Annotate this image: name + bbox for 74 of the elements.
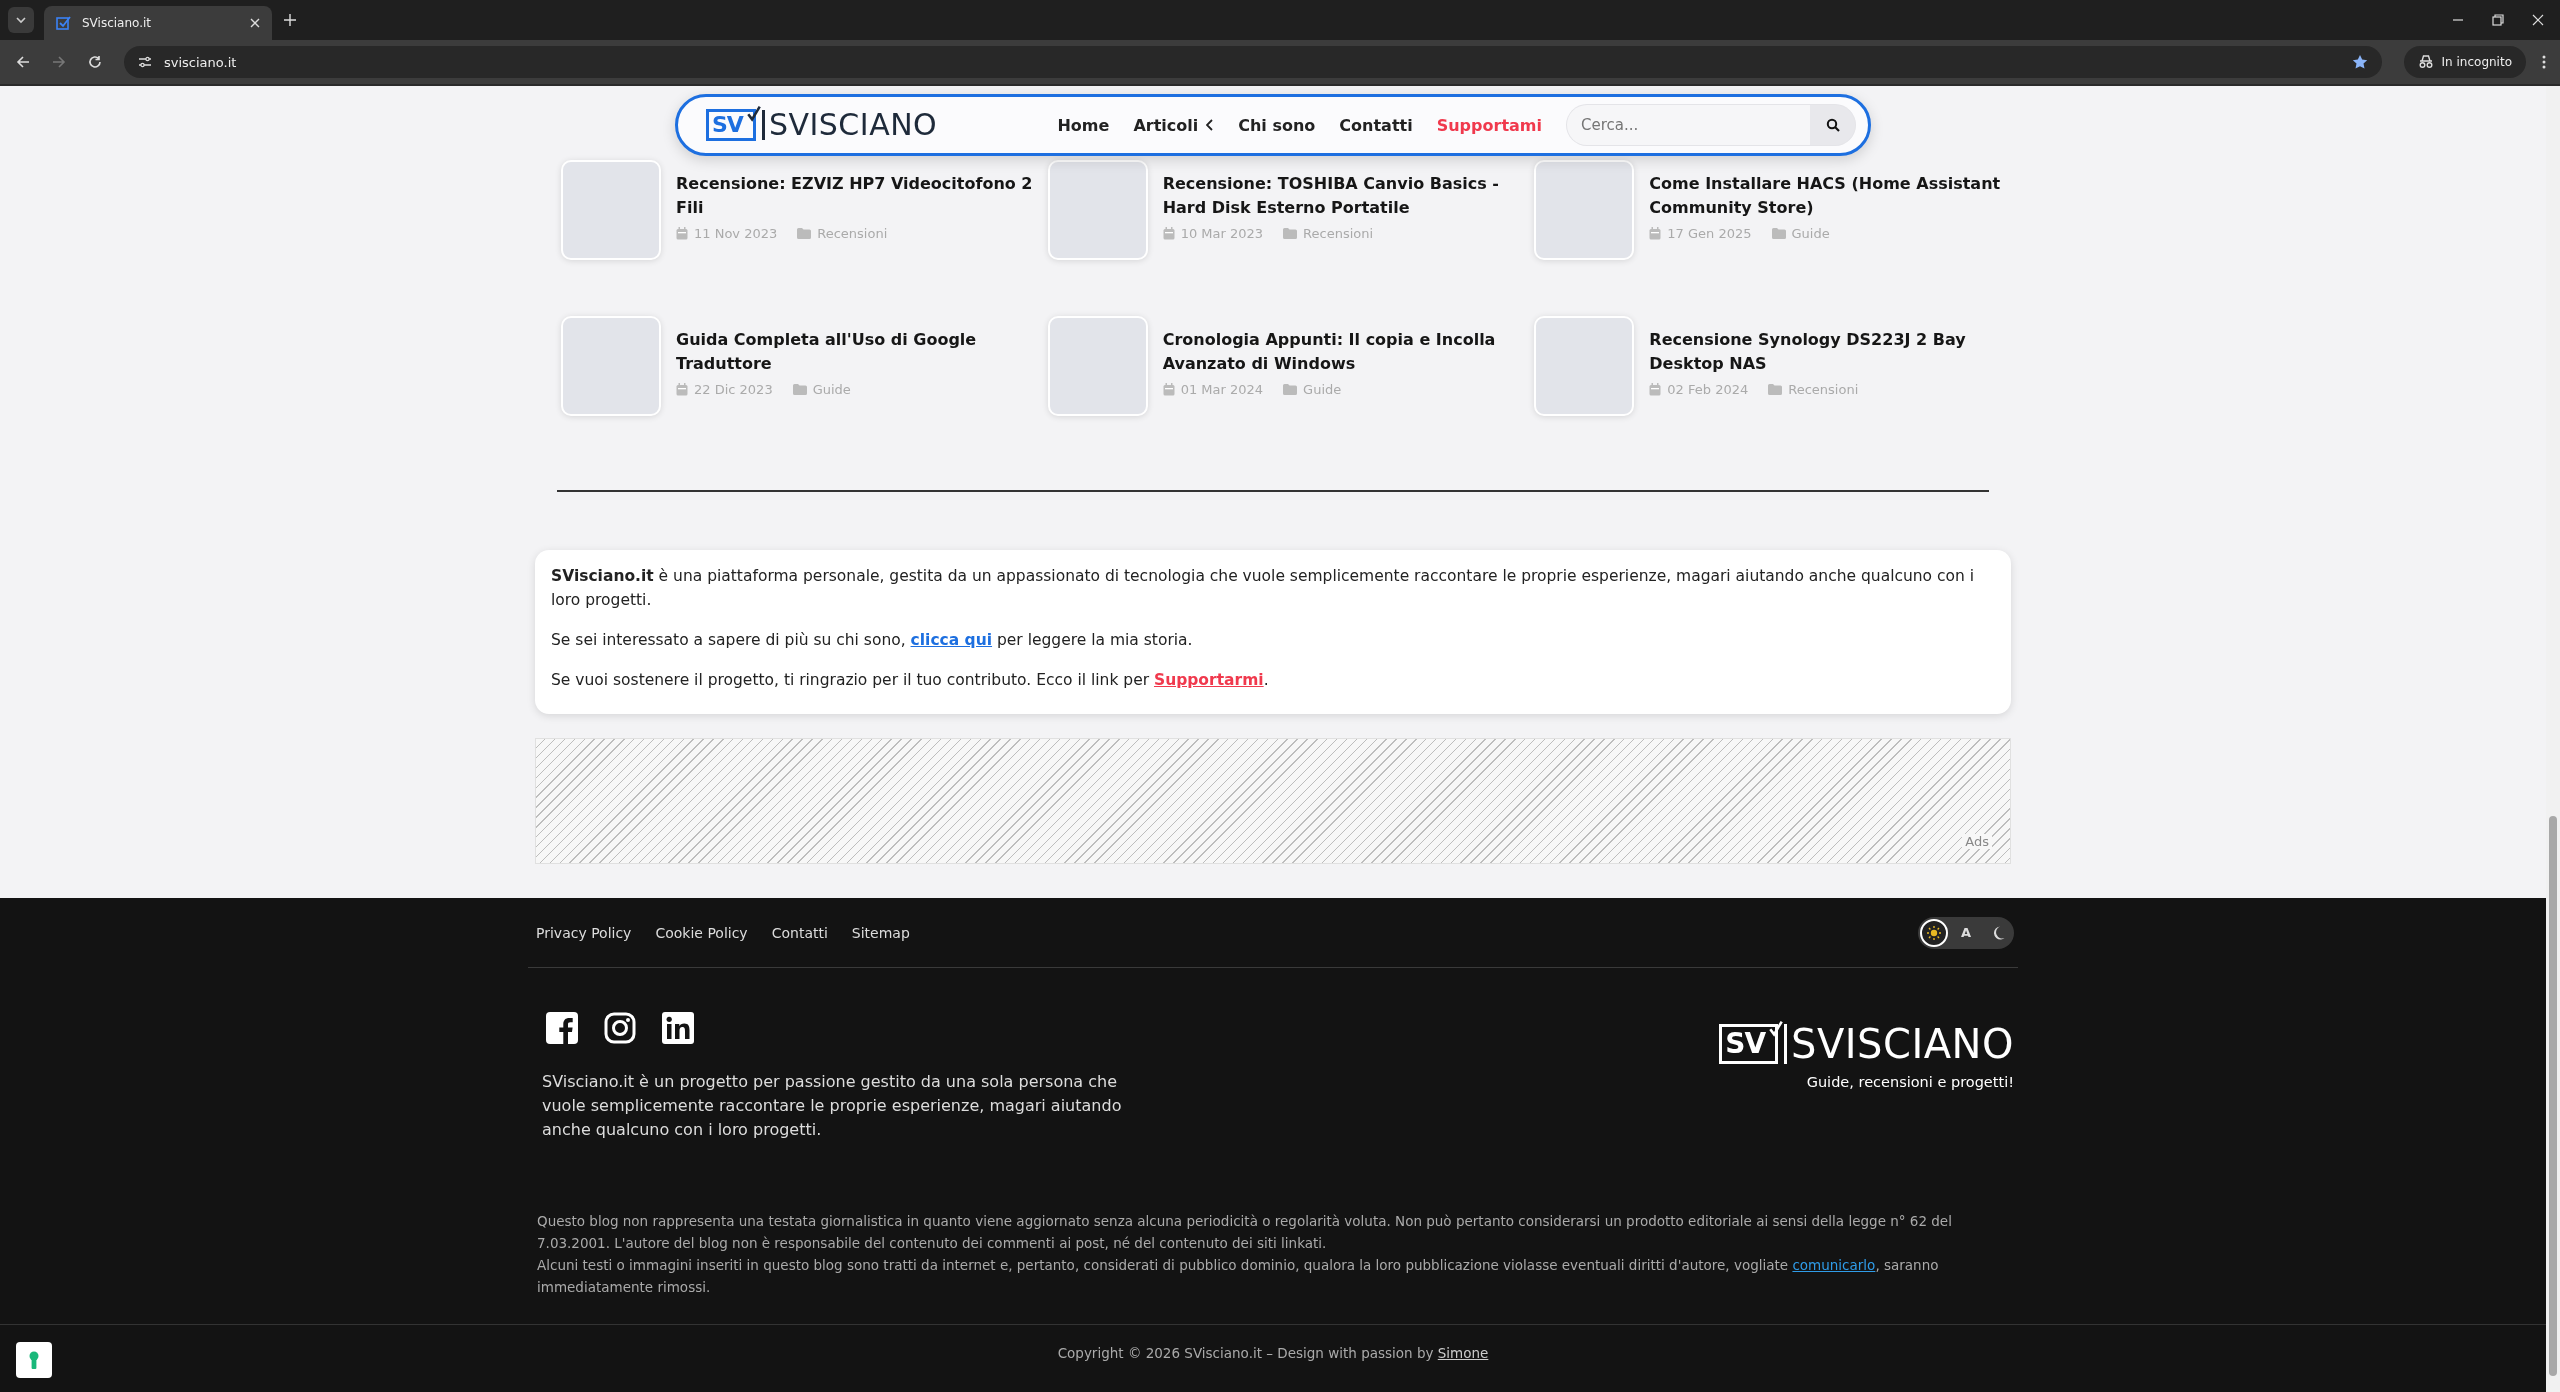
- calendar-icon: [1162, 383, 1175, 396]
- back-icon[interactable]: [16, 55, 30, 69]
- text-link[interactable]: comunicarlo: [1792, 1257, 1876, 1273]
- menu-icon[interactable]: [2542, 55, 2546, 69]
- address-bar[interactable]: svisciano.it: [124, 46, 2382, 78]
- nav-link[interactable]: Chi sono: [1238, 115, 1316, 135]
- sun-icon[interactable]: [1920, 918, 1948, 947]
- article-date: 01 Mar 2024: [1180, 382, 1264, 397]
- calendar-icon: [676, 227, 688, 240]
- folder-icon: [797, 228, 812, 239]
- calendar-icon: [1649, 383, 1662, 396]
- footer-link[interactable]: Privacy Policy: [536, 924, 632, 941]
- article-title-link[interactable]: Recensione: TOSHIBA Canvio Basics - Hard Disk Esterno Portatile: [1162, 172, 1523, 220]
- ad-label: Ads: [1962, 834, 1992, 849]
- url-text: svisciano.it: [164, 54, 237, 70]
- caret-icon: [15, 14, 27, 26]
- article-title-link[interactable]: Cronologia Appunti: Il copia e Incolla Avanzato di Windows: [1162, 328, 1523, 376]
- article-date: 11 Nov 2023: [694, 226, 778, 241]
- paragraph: SVisciano.it è una piattaforma personale, gestita da un appassionato di tecnologia che vuole semplicemente raccontare le proprie esperienze, magari aiutando anche qualcuno con i loro progetti.: [551, 566, 1976, 611]
- site-logo[interactable]: SV SVISCIANO: [706, 109, 938, 141]
- auto-theme-button[interactable]: A: [1952, 918, 1980, 947]
- site-favicon-icon: [56, 16, 72, 30]
- reload-icon[interactable]: [88, 55, 102, 69]
- close-tab-icon[interactable]: [250, 18, 260, 28]
- paragraph: Se sei interessato a sapere di più su chi sono, clicca qui per leggere la mia storia.: [551, 630, 1194, 651]
- instagram-icon[interactable]: [604, 1012, 636, 1044]
- nav-link[interactable]: Home: [1057, 115, 1110, 135]
- footer-description: SVisciano.it è un progetto per passione gestito da una sola persona che vuole semplicemente raccontare le proprie esperienze, magari aiutando anche qualcuno con i loro progetti.: [542, 1071, 1123, 1141]
- facebook-icon[interactable]: [546, 1012, 578, 1044]
- article-date: 10 Mar 2023: [1180, 226, 1264, 241]
- article-title-link[interactable]: Guida Completa all'Uso di Google Traduttore: [676, 328, 1036, 376]
- footer-link[interactable]: Sitemap: [851, 924, 910, 941]
- copyright-text: Copyright © 2026 SVisciano.it – Design with passion by Simone: [1057, 1345, 1489, 1361]
- nav-link[interactable]: Supportami: [1436, 115, 1542, 135]
- tab-list-button[interactable]: [8, 7, 34, 33]
- article-date: 17 Gen 2025: [1667, 226, 1752, 241]
- disclaimer-text: Questo blog non rappresenta una testata giornalistica in quanto viene aggiornato senza alcuna periodicità o regolarità voluta. Non può pertanto considerarsi un prodotto editoriale ai sensi della legge n° 62 del 7.03.2001. L'autore del blog non è responsabile del contenuto dei commenti ai post, né del contenuto dei siti linkati.: [537, 1212, 1953, 1253]
- linkedin-icon[interactable]: [662, 1012, 694, 1044]
- article-date: 02 Feb 2024: [1667, 382, 1749, 397]
- article-date: 22 Dic 2023: [694, 382, 773, 397]
- folder-icon: [1768, 384, 1783, 395]
- tab-title: SVisciano.it: [82, 16, 153, 30]
- incognito-indicator[interactable]: In incognito: [2403, 46, 2526, 78]
- footer-link[interactable]: Cookie Policy: [655, 924, 748, 941]
- folder-icon: [1771, 228, 1786, 239]
- privacy-badge[interactable]: [16, 1342, 52, 1378]
- article-title-link[interactable]: Recensione Synology DS223J 2 Bay Desktop NAS: [1649, 328, 2010, 376]
- nav-link[interactable]: Articoli: [1133, 115, 1215, 135]
- text-link[interactable]: clicca qui: [910, 631, 993, 649]
- text-link[interactable]: Supportarmi: [1154, 671, 1264, 689]
- article-title-link[interactable]: Recensione: EZVIZ HP7 Videocitofono 2 Fili: [676, 172, 1036, 220]
- scrollbar[interactable]: [2546, 86, 2560, 1392]
- footer-link[interactable]: Contatti: [771, 924, 828, 941]
- nav-link[interactable]: Contatti: [1339, 115, 1413, 135]
- calendar-icon: [1649, 227, 1662, 240]
- forward-icon[interactable]: [52, 55, 66, 69]
- calendar-icon: [676, 383, 688, 396]
- paragraph: Se vuoi sostenere il progetto, ti ringrazio per il tuo contributo. Ecco il link per Supportarmi.: [551, 670, 1270, 691]
- folder-icon: [1283, 384, 1298, 395]
- site-logo[interactable]: SV SVISCIANO: [1719, 1024, 2014, 1064]
- folder-icon: [1283, 228, 1298, 239]
- restore-icon[interactable]: [2492, 14, 2504, 26]
- new-tab-icon[interactable]: [284, 14, 296, 26]
- tagline: Guide, recensioni e progetti!: [1806, 1074, 2014, 1090]
- disclaimer-text: Alcuni testi o immagini inseriti in questo blog sono tratti da internet e, pertanto, considerati di pubblico dominio, qualora la loro pubblicazione violasse eventuali diritti d'autore, vogliate comunicarlo, saranno immediatamente rimossi.: [537, 1256, 1940, 1297]
- close-window-icon[interactable]: [2532, 14, 2544, 26]
- site-settings-icon[interactable]: [138, 56, 152, 68]
- star-icon[interactable]: [2351, 54, 2368, 70]
- browser-tab[interactable]: SVisciano.it: [44, 6, 272, 40]
- folder-icon: [792, 384, 807, 395]
- article-title-link[interactable]: Come Installare HACS (Home Assistant Community Store): [1649, 172, 2010, 220]
- calendar-icon: [1162, 227, 1175, 240]
- author-link[interactable]: Simone: [1437, 1345, 1489, 1361]
- incognito-icon: [2417, 55, 2434, 69]
